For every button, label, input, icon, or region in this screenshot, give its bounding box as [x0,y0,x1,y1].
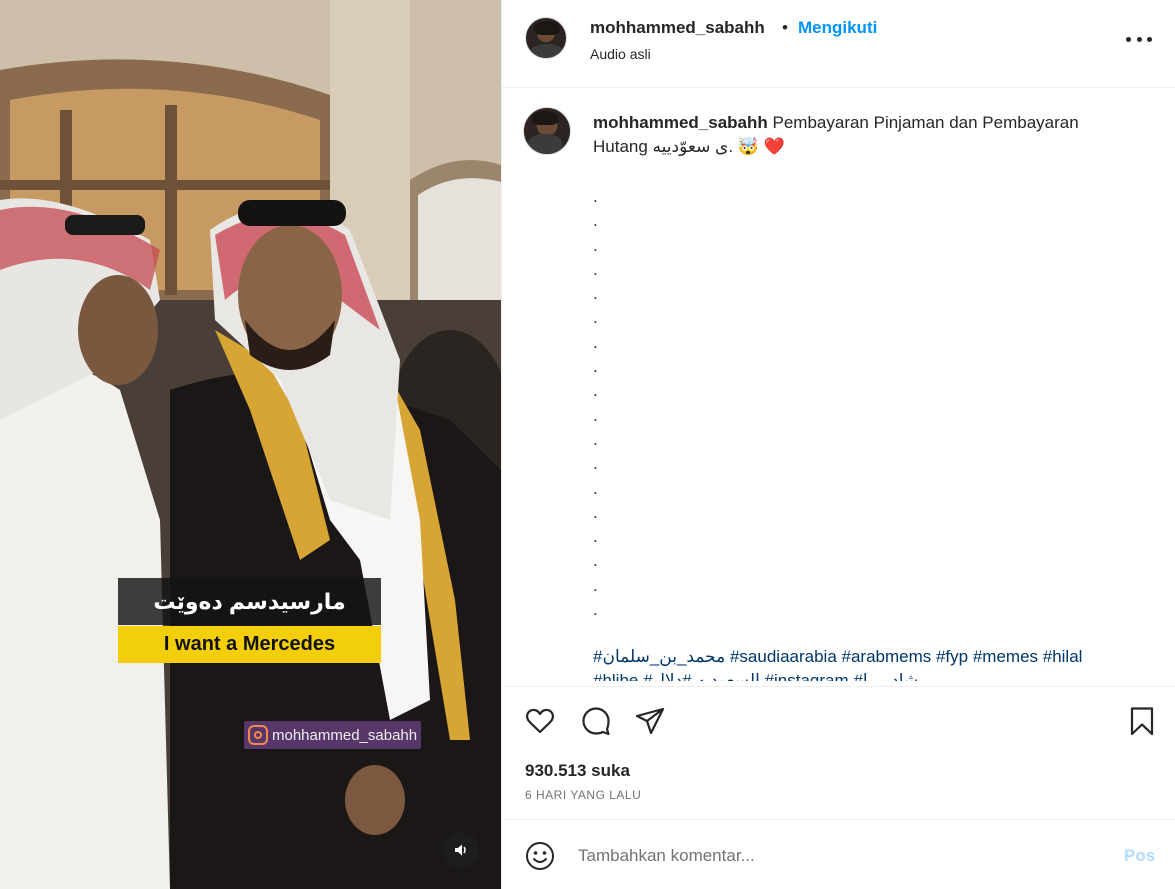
mute-button[interactable] [443,832,479,868]
header-separator: • [782,18,788,37]
caption-username[interactable]: mohhammed_sabahh [593,113,768,132]
caption-text: mohhammed_sabahh Pembayaran Pinjaman dan… [593,111,1138,159]
caption-dot-line: . [593,600,598,620]
caption-dot-line: . [593,284,598,304]
caption-dot-line: . [593,575,598,595]
caption-dot-line: . [593,405,598,425]
video-watermark: mohhammed_sabahh [244,721,422,749]
speaker-icon [455,844,466,856]
caption-dots: .................. [593,185,633,622]
post-comment-button[interactable]: Pos [1124,846,1155,866]
hashtag-line-2[interactable]: #hlibe #السعوديه #دلال #instagram #شادمي… [593,669,1138,681]
emoji-icon[interactable] [524,840,556,872]
hashtag-line-1[interactable]: #محمد_بن_سلمان #saudiaarabia #arabmems #… [593,645,1138,669]
post-details-panel: mohhammed_sabahh • Mengikuti Audio asli … [501,0,1175,889]
heart-icon[interactable] [524,705,556,737]
caption-section: mohhammed_sabahh Pembayaran Pinjaman dan… [502,89,1175,685]
caption-dot-line: . [593,551,598,571]
caption-avatar[interactable] [523,107,571,155]
post-actions: 930.513 suka 6 HARI YANG LALU [502,686,1175,819]
post-header: mohhammed_sabahh • Mengikuti Audio asli [502,0,1175,88]
caption-dot-line: . [593,332,598,352]
caption-dot-line: . [593,235,598,255]
comment-input[interactable] [578,840,1098,872]
bookmark-icon[interactable] [1126,705,1158,737]
send-icon[interactable] [634,705,666,737]
caption-dot-line: . [593,429,598,449]
caption-dot-line: . [593,357,598,377]
caption-dot-line: . [593,502,598,522]
video-frame [0,0,501,889]
caption-dot-line: . [593,527,598,547]
post-timestamp[interactable]: 6 HARI YANG LALU [525,788,641,802]
author-avatar[interactable] [525,17,567,59]
like-count[interactable]: 930.513 suka [525,761,630,781]
instagram-logo-icon [248,725,268,745]
caption-dot-line: . [593,187,598,206]
caption-dot-line: . [593,454,598,474]
video-player[interactable]: مارسیدسم دەوێت I want a Mercedes mohhamm… [0,0,501,889]
caption-dot-line: . [593,308,598,328]
comment-icon[interactable] [580,705,612,737]
video-caption-kurdish: مارسیدسم دەوێت [118,578,381,625]
caption-dot-line: . [593,259,598,279]
watermark-username: mohhammed_sabahh [272,726,418,744]
caption-dot-line: . [593,381,598,401]
video-caption-english: I want a Mercedes [118,626,381,663]
caption-dot-line: . [593,478,598,498]
comment-composer: Pos [502,819,1175,889]
more-horizontal-icon[interactable] [1126,28,1152,50]
following-button[interactable]: Mengikuti [798,18,877,38]
author-username[interactable]: mohhammed_sabahh [590,18,765,38]
audio-link[interactable]: Audio asli [590,46,651,62]
caption-dot-line: . [593,211,598,231]
